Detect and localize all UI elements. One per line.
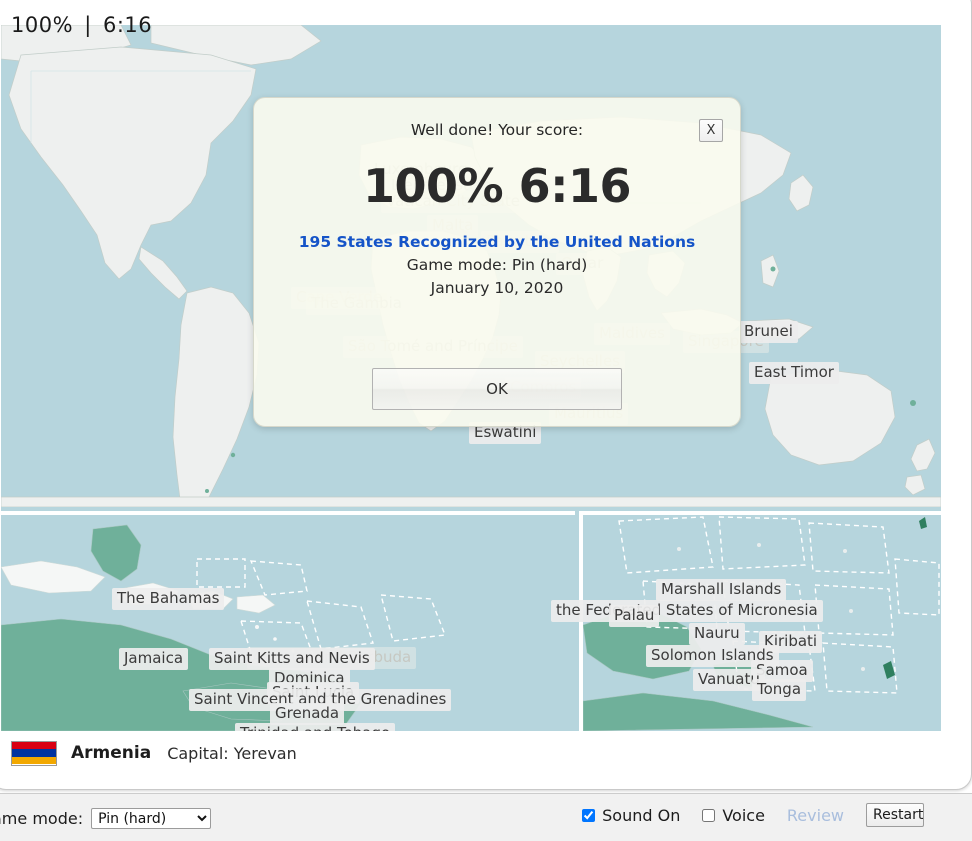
map-label-world: Brunei [739,321,798,344]
review-link[interactable]: Review [787,806,844,825]
game-mode-label: ame mode: [0,809,84,828]
hud-percent: 100% [11,13,74,37]
map-label-caribbean: Grenada [270,703,345,726]
map-label-pacific: Palau [609,605,660,628]
voice-checkbox[interactable] [702,808,716,822]
ok-button[interactable]: OK [372,368,622,410]
map-label-caribbean: Saint Kitts and Nevis [209,648,375,671]
hud-score-readout: 100% | 6:16 [11,13,152,37]
dialog-game-mode: Game mode: Pin (hard) [406,256,588,274]
map-label-caribbean: Jamaica [119,648,189,671]
country-capital: Capital: Yerevan [167,743,297,763]
game-mode-group: ame mode: Pin (hard) [0,808,212,829]
dialog-score: 100% 6:16 [362,159,632,213]
close-icon[interactable]: X [699,119,723,142]
sound-checkbox[interactable] [582,808,596,822]
sound-label: Sound On [602,805,681,825]
country-name: Armenia [71,743,152,763]
game-mode-select[interactable]: Pin (hard) [91,808,212,829]
map-label-pacific: Nauru [689,623,745,646]
restart-button[interactable]: Restart [866,803,924,827]
map-label-caribbean: Trinidad and Tobago [235,723,396,731]
hud-separator: | [84,13,92,37]
dialog-heading: Well done! Your score: [410,121,584,139]
flag-icon [11,740,57,766]
voice-label: Voice [722,805,765,825]
footer-control-bar: ame mode: Pin (hard) Sound On Voice Revi… [0,793,972,841]
map-label-world: East Timor [749,362,839,385]
result-dialog: X Well done! Your score: 100% 6:16 195 S… [253,97,741,427]
dialog-date: January 10, 2020 [430,279,564,297]
map-area[interactable]: LuxembourgLiechtensteinVatican City Stat… [1,25,941,731]
map-label-pacific: Tonga [752,679,807,702]
dialog-quiz-title: 195 States Recognized by the United Nati… [298,233,696,251]
map-label-pacific: the Federated States of Micronesia [551,600,823,623]
map-label-pacific: Marshall Islands [656,579,787,602]
footer-right-controls: Sound On Voice Review Restart [582,803,924,827]
map-label-caribbean: The Bahamas [112,588,225,611]
current-country-strip: Armenia Capital: Yerevan [1,731,941,775]
hud-time: 6:16 [103,13,153,37]
app-card: LuxembourgLiechtensteinVatican City Stat… [0,0,972,790]
